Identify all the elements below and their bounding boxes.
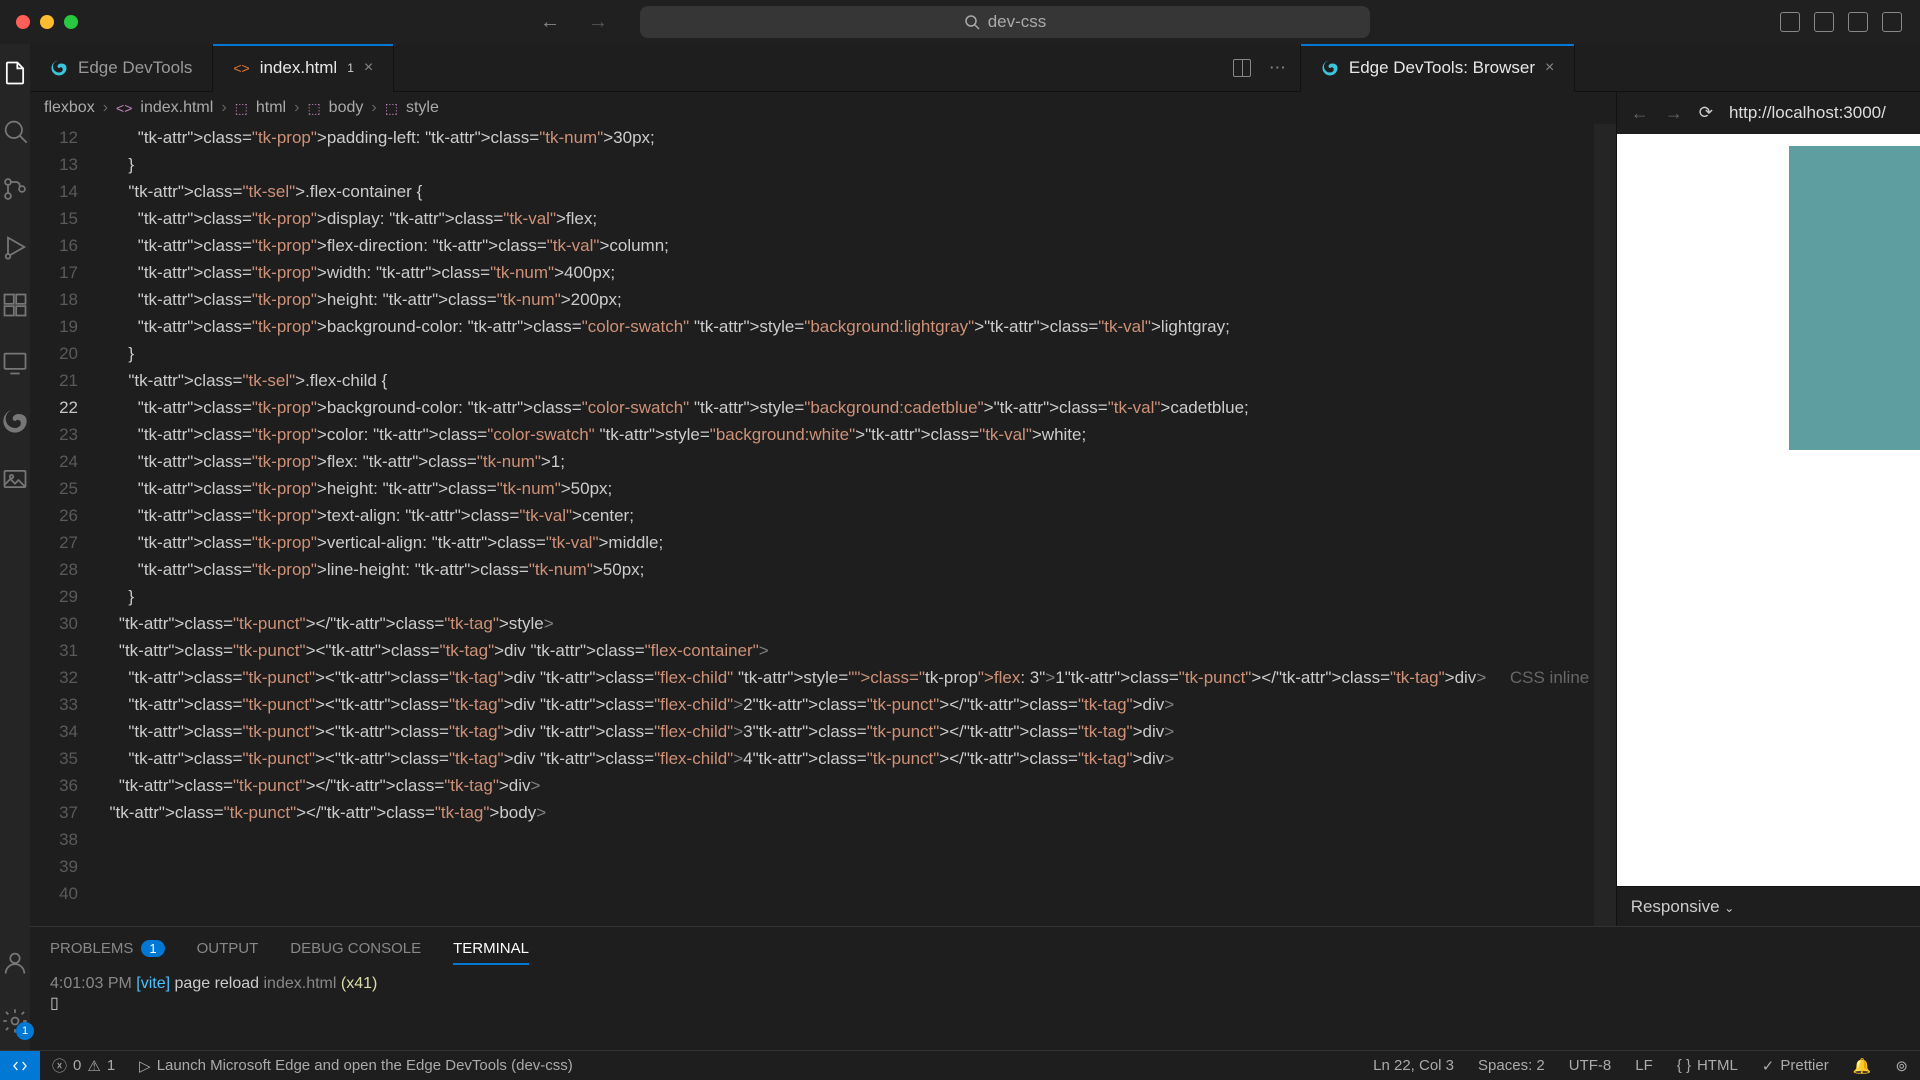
breadcrumb-item[interactable]: html xyxy=(256,99,286,117)
settings-badge: 1 xyxy=(16,1022,34,1040)
problems-badge: 1 xyxy=(141,940,164,957)
browser-back-icon[interactable]: ← xyxy=(1631,103,1649,124)
toggle-secondary-sidebar-icon[interactable] xyxy=(1848,12,1868,32)
toggle-panel-icon[interactable] xyxy=(1814,12,1834,32)
more-actions-icon[interactable]: ⋯ xyxy=(1269,58,1286,78)
device-toolbar: Responsive ⌄ 628 ✕ 477 ⇄ xyxy=(1617,886,1920,926)
breadcrumb-item[interactable]: index.html xyxy=(140,99,213,117)
preview-flex-container: 1 2 3 4 xyxy=(1789,146,1920,450)
breadcrumb-item[interactable]: style xyxy=(406,99,439,117)
editor-tab[interactable]: Edge DevTools xyxy=(30,44,213,92)
status-prettier[interactable]: ✓Prettier xyxy=(1750,1057,1841,1075)
browser-toolbar: ← → ⟳ http://localhost:3000/ xyxy=(1617,92,1920,134)
gallery-icon[interactable] xyxy=(0,464,30,494)
nav-arrows: ← → xyxy=(540,11,608,34)
editor-tab[interactable]: <>index.html1× xyxy=(213,44,394,92)
breadcrumb[interactable]: flexbox› <>index.html› ⬚html› ⬚body› ⬚st… xyxy=(30,92,1616,124)
search-text: dev-css xyxy=(988,12,1047,32)
panel-tab-problems[interactable]: PROBLEMS1 xyxy=(50,940,165,957)
preview-flex-child: 1 xyxy=(1789,146,1920,298)
code-editor[interactable]: 1213141516171819202122232425262728293031… xyxy=(30,124,1616,926)
preview-flex-child: 2 xyxy=(1789,298,1920,349)
accounts-icon[interactable] xyxy=(0,948,30,978)
status-cursor-position[interactable]: Ln 22, Col 3 xyxy=(1361,1057,1466,1074)
status-feedback-icon[interactable]: ⊚ xyxy=(1883,1057,1920,1075)
status-encoding[interactable]: UTF-8 xyxy=(1557,1057,1624,1074)
browser-forward-icon[interactable]: → xyxy=(1665,103,1683,124)
edge-devtools-icon[interactable] xyxy=(0,406,30,436)
extensions-icon[interactable] xyxy=(0,290,30,320)
remote-explorer-icon[interactable] xyxy=(0,348,30,378)
title-bar: ← → dev-css xyxy=(0,0,1920,44)
split-editor-icon[interactable] xyxy=(1233,59,1251,77)
preview-flex-child: 3 xyxy=(1789,349,1920,400)
window-controls xyxy=(0,15,78,29)
editor-tabs-row: Edge DevTools<>index.html1× ⋯ Edge DevTo… xyxy=(30,44,1920,92)
search-activity-icon[interactable] xyxy=(0,116,30,146)
close-tab-icon[interactable]: × xyxy=(1545,59,1554,77)
customize-layout-icon[interactable] xyxy=(1882,12,1902,32)
status-notifications-icon[interactable]: 🔔 xyxy=(1841,1057,1884,1075)
close-tab-icon[interactable]: × xyxy=(364,59,373,77)
breadcrumb-item[interactable]: flexbox xyxy=(44,99,95,117)
maximize-window-button[interactable] xyxy=(64,15,78,29)
nav-forward-icon[interactable]: → xyxy=(588,11,608,34)
browser-reload-icon[interactable]: ⟳ xyxy=(1699,103,1713,123)
minimize-window-button[interactable] xyxy=(40,15,54,29)
source-control-icon[interactable] xyxy=(0,174,30,204)
minimap[interactable] xyxy=(1594,124,1616,926)
status-launch-task[interactable]: ▷Launch Microsoft Edge and open the Edge… xyxy=(127,1057,585,1075)
panel-tab-output[interactable]: OUTPUT xyxy=(197,940,259,957)
status-language-mode[interactable]: { }HTML xyxy=(1665,1057,1750,1074)
status-bar: ⓧ0 ⚠1 ▷Launch Microsoft Edge and open th… xyxy=(0,1050,1920,1080)
settings-gear-icon[interactable]: 1 xyxy=(0,1006,30,1036)
toggle-primary-sidebar-icon[interactable] xyxy=(1780,12,1800,32)
search-icon xyxy=(964,14,980,30)
editor-tab[interactable]: Edge DevTools: Browser× xyxy=(1301,44,1575,92)
close-window-button[interactable] xyxy=(16,15,30,29)
panel-tab-debug-console[interactable]: DEBUG CONSOLE xyxy=(290,940,421,957)
explorer-icon[interactable] xyxy=(0,58,30,88)
layout-controls xyxy=(1780,12,1902,32)
status-eol[interactable]: LF xyxy=(1623,1057,1665,1074)
panel-tab-terminal[interactable]: TERMINAL xyxy=(453,940,529,965)
remote-indicator[interactable] xyxy=(0,1051,40,1080)
nav-back-icon[interactable]: ← xyxy=(540,11,560,34)
device-mode-dropdown[interactable]: Responsive ⌄ xyxy=(1631,897,1735,917)
browser-url[interactable]: http://localhost:3000/ xyxy=(1729,103,1886,123)
browser-viewport[interactable]: 1 2 3 4 xyxy=(1617,134,1920,886)
run-debug-icon[interactable] xyxy=(0,232,30,262)
preview-flex-child: 4 xyxy=(1789,399,1920,450)
terminal-output[interactable]: 4:01:03 PM [vite] page reload index.html… xyxy=(50,975,1920,1044)
command-center-search[interactable]: dev-css xyxy=(640,6,1370,38)
bottom-panel: PROBLEMS1 OUTPUT DEBUG CONSOLE TERMINAL … xyxy=(30,926,1920,1050)
status-indentation[interactable]: Spaces: 2 xyxy=(1466,1057,1557,1074)
status-errors-warnings[interactable]: ⓧ0 ⚠1 xyxy=(40,1055,127,1076)
activity-bar: 1 xyxy=(0,44,30,1050)
breadcrumb-item[interactable]: body xyxy=(329,99,364,117)
